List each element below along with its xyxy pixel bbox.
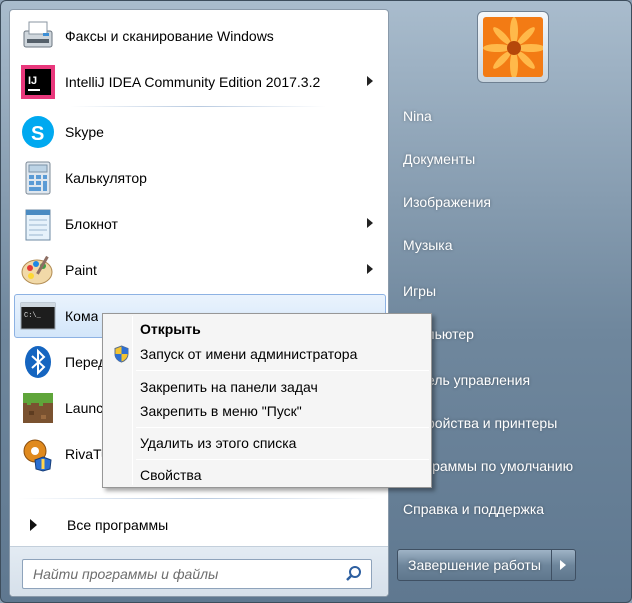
- divider: [18, 498, 378, 499]
- user-name-link[interactable]: Nina: [393, 99, 625, 133]
- program-paint[interactable]: Paint: [14, 248, 386, 292]
- submenu-arrow-icon[interactable]: [367, 76, 373, 86]
- calculator-icon: [19, 159, 57, 197]
- program-label: Кома: [65, 308, 99, 324]
- search-area: [10, 546, 388, 596]
- program-label: Калькулятор: [65, 170, 147, 186]
- pictures-link[interactable]: Изображения: [393, 185, 625, 219]
- program-label: Skype: [65, 124, 104, 140]
- music-link[interactable]: Музыка: [393, 228, 625, 262]
- skype-icon: S: [19, 113, 57, 151]
- program-label: Блокнот: [65, 216, 118, 232]
- menu-item-pin-start[interactable]: Закрепить в меню "Пуск": [105, 400, 429, 422]
- games-link[interactable]: Игры: [393, 274, 625, 308]
- bluetooth-icon: [19, 343, 57, 381]
- svg-text:C:\_: C:\_: [24, 312, 42, 320]
- shutdown-button[interactable]: Завершение работы: [397, 549, 552, 581]
- command-prompt-icon: C:\_: [19, 297, 57, 335]
- program-label: IntelliJ IDEA Community Edition 2017.3.2: [65, 74, 321, 90]
- menu-separator: [136, 459, 429, 460]
- programs-panel: Факсы и сканирование Windows IJ IntelliJ…: [9, 9, 389, 597]
- help-support-link[interactable]: Справка и поддержка: [393, 492, 625, 526]
- minecraft-launcher-icon: [19, 389, 57, 427]
- menu-item-pin-taskbar[interactable]: Закрепить на панели задач: [105, 376, 429, 398]
- start-menu: Факсы и сканирование Windows IJ IntelliJ…: [0, 0, 632, 603]
- svg-text:IJ: IJ: [28, 75, 37, 87]
- rivatuner-icon: [19, 435, 57, 473]
- program-label: Перед: [65, 354, 107, 370]
- expand-arrow-icon: [30, 519, 37, 531]
- submenu-arrow-icon[interactable]: [367, 264, 373, 274]
- shutdown-options-button[interactable]: [551, 549, 576, 581]
- submenu-arrow-icon[interactable]: [367, 218, 373, 228]
- all-programs-button[interactable]: Все программы: [18, 510, 168, 540]
- menu-item-properties[interactable]: Свойства: [105, 464, 429, 486]
- paint-icon: [19, 251, 57, 289]
- program-intellij[interactable]: IJ IntelliJ IDEA Community Edition 2017.…: [14, 60, 386, 104]
- divider: [70, 106, 326, 107]
- context-menu: Открыть Запуск от имени администратора З…: [102, 313, 432, 488]
- program-skype[interactable]: S Skype: [14, 110, 386, 154]
- program-calculator[interactable]: Калькулятор: [14, 156, 386, 200]
- all-programs-label: Все программы: [67, 517, 169, 533]
- menu-separator: [136, 370, 429, 371]
- shutdown-control: Завершение работы: [397, 549, 576, 581]
- flower-picture: [483, 17, 543, 77]
- fax-scanner-icon: [19, 17, 57, 55]
- chevron-right-icon: [560, 560, 567, 570]
- menu-item-open[interactable]: Открыть: [105, 318, 429, 340]
- menu-item-label: Запуск от имени администратора: [140, 346, 358, 362]
- documents-link[interactable]: Документы: [393, 142, 625, 176]
- search-box[interactable]: [22, 559, 372, 589]
- intellij-idea-icon: IJ: [19, 63, 57, 101]
- program-label: Факсы и сканирование Windows: [65, 28, 274, 44]
- menu-item-remove[interactable]: Удалить из этого списка: [105, 432, 429, 454]
- program-label: Paint: [65, 262, 97, 278]
- user-avatar[interactable]: [477, 11, 549, 83]
- program-notepad[interactable]: Блокнот: [14, 202, 386, 246]
- program-fax-scan[interactable]: Факсы и сканирование Windows: [14, 14, 386, 58]
- search-input[interactable]: [23, 561, 343, 587]
- menu-separator: [136, 427, 429, 428]
- notepad-icon: [19, 205, 57, 243]
- svg-text:S: S: [31, 123, 44, 145]
- search-icon[interactable]: [343, 563, 365, 585]
- menu-item-run-as-admin[interactable]: Запуск от имени администратора: [105, 343, 429, 365]
- uac-shield-icon: [114, 345, 129, 363]
